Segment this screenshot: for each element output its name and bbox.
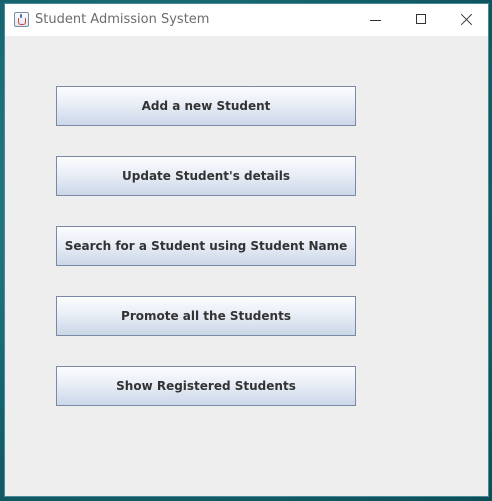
java-app-icon[interactable]	[14, 12, 29, 27]
main-panel: Add a new Student Update Student's detai…	[5, 36, 488, 496]
close-icon	[461, 13, 473, 25]
promote-students-button[interactable]: Promote all the Students	[56, 296, 356, 336]
search-student-button[interactable]: Search for a Student using Student Name	[56, 226, 356, 266]
minimize-button[interactable]	[352, 4, 398, 36]
app-window: Student Admission System Add a new Stude…	[5, 4, 488, 496]
window-title: Student Admission System	[35, 12, 210, 27]
java-cup-icon	[18, 18, 26, 25]
maximize-icon	[416, 14, 426, 24]
add-student-button[interactable]: Add a new Student	[56, 86, 356, 126]
title-bar[interactable]: Student Admission System	[5, 4, 488, 36]
update-student-button[interactable]: Update Student's details	[56, 156, 356, 196]
close-button[interactable]	[444, 4, 490, 36]
maximize-button[interactable]	[398, 4, 444, 36]
show-registered-button[interactable]: Show Registered Students	[56, 366, 356, 406]
minimize-icon	[370, 20, 381, 21]
